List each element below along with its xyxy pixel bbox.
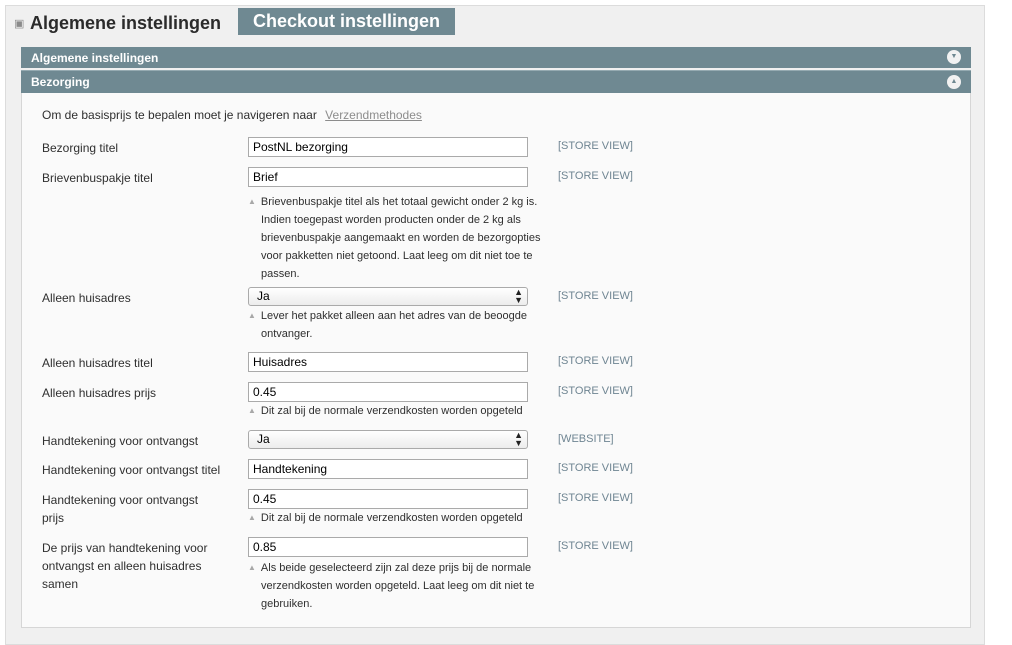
field-note: ▲ Brievenbuspakje titel als het totaal ge…: [248, 196, 541, 280]
select-value: Ja: [257, 289, 270, 303]
triangle-up-icon: ▲: [248, 563, 256, 572]
scope-label: [STORE VIEW]: [558, 140, 633, 152]
signature-price-input[interactable]: [248, 489, 528, 509]
scope-label: [STORE VIEW]: [558, 492, 633, 504]
section-general-header[interactable]: Algemene instellingen ▼: [21, 47, 971, 68]
scope-label: [STORE VIEW]: [558, 170, 633, 182]
scope-label: [WEBSITE]: [558, 433, 614, 445]
combined-price-input[interactable]: [248, 537, 528, 557]
shipping-methods-link[interactable]: Verzendmethodes: [325, 108, 422, 122]
intro-text: Om de basisprijs te bepalen moet je navi…: [42, 108, 422, 122]
scope-label: [STORE VIEW]: [558, 385, 633, 397]
select-value: Ja: [257, 432, 270, 446]
field-note: ▲ Dit zal bij de normale verzendkosten wo…: [248, 405, 523, 417]
field-note: ▲ Dit zal bij de normale verzendkosten wo…: [248, 512, 523, 524]
chevron-up-circle-icon[interactable]: ▲: [947, 75, 961, 89]
signature-select[interactable]: Ja ▲ ▼: [248, 430, 528, 449]
intro-label: Om de basisprijs te bepalen moet je navi…: [42, 108, 317, 122]
field-label: Brievenbuspakje titel: [42, 171, 153, 185]
section-delivery-header[interactable]: Bezorging ▲: [21, 70, 971, 93]
field-label: Alleen huisadres: [42, 291, 131, 305]
field-label: Handtekening voor ontvangst: [42, 434, 199, 448]
delivery-title-input[interactable]: [248, 137, 528, 157]
select-arrows-icon: ▲ ▼: [514, 430, 523, 448]
config-container: ▣ Algemene instellingen Checkout instell…: [5, 5, 985, 645]
triangle-up-icon: ▲: [248, 406, 256, 415]
field-label: Alleen huisadres titel: [42, 356, 153, 370]
scope-label: [STORE VIEW]: [558, 462, 633, 474]
field-label: De prijs van handtekening voor ontvangst…: [42, 541, 208, 591]
section-delivery-panel: Om de basisprijs te bepalen moet je navi…: [21, 93, 971, 628]
signature-title-input[interactable]: [248, 459, 528, 479]
scope-label: [STORE VIEW]: [558, 540, 633, 552]
field-note: ▲ Lever het pakket alleen aan het adres v…: [248, 310, 527, 340]
mailbox-title-input[interactable]: [248, 167, 528, 187]
triangle-up-icon: ▲: [248, 311, 256, 320]
scope-label: [STORE VIEW]: [558, 355, 633, 367]
field-label: Alleen huisadres prijs: [42, 386, 157, 400]
field-label: Handtekening voor ontvangst prijs: [42, 493, 199, 525]
tab-checkout[interactable]: Checkout instellingen: [238, 8, 455, 35]
home-only-price-input[interactable]: [248, 382, 528, 402]
tab-general[interactable]: ▣ Algemene instellingen: [14, 8, 240, 38]
tab-pin-icon: ▣: [14, 17, 25, 30]
field-label: Bezorging titel: [42, 141, 119, 155]
section-delivery-title: Bezorging: [31, 75, 90, 89]
home-only-select[interactable]: Ja ▲ ▼: [248, 287, 528, 306]
field-note: ▲ Als beide geselecteerd zijn zal deze pr…: [248, 562, 535, 610]
triangle-up-icon: ▲: [248, 513, 256, 522]
field-label: Handtekening voor ontvangst titel: [42, 463, 221, 477]
chevron-down-circle-icon[interactable]: ▼: [947, 50, 961, 64]
section-general-title: Algemene instellingen: [31, 50, 159, 65]
scope-label: [STORE VIEW]: [558, 290, 633, 302]
triangle-up-icon: ▲: [248, 197, 256, 206]
tab-general-label: Algemene instellingen: [30, 12, 222, 33]
select-arrows-icon: ▲ ▼: [514, 287, 523, 305]
home-only-title-input[interactable]: [248, 352, 528, 372]
tab-checkout-label: Checkout instellingen: [253, 11, 441, 31]
